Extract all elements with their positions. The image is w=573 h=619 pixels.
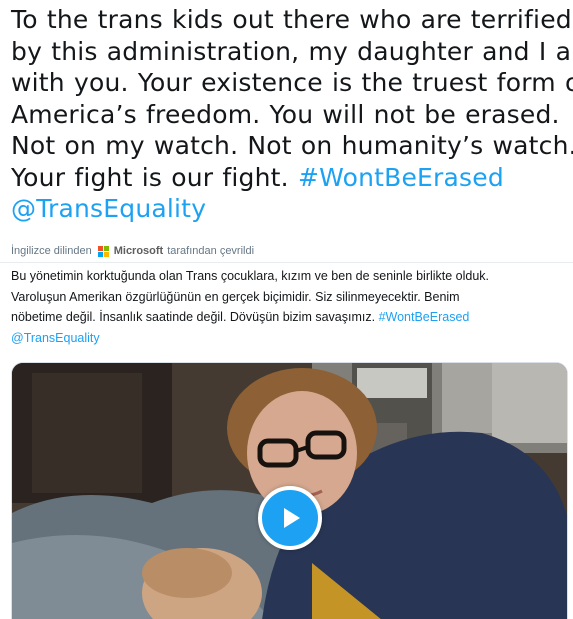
video-player[interactable] [11, 362, 568, 619]
tweet-line: America’s freedom. You will not be erase… [11, 99, 560, 129]
play-button[interactable] [258, 486, 322, 550]
translation-prefix: İngilizce dilinden [11, 245, 92, 257]
translated-line: @TransEquality [11, 328, 567, 349]
play-icon [284, 508, 300, 528]
tweet-line-text: Your fight is our fight. [11, 162, 289, 192]
tweet-line: by this administration, my daughter and … [11, 36, 573, 66]
hashtag-link[interactable]: #WontBeErased [379, 310, 470, 324]
microsoft-logo-icon [97, 245, 109, 257]
translation-provider: Microsoft [113, 245, 164, 257]
translated-line: Bu yönetimin korktuğunda olan Trans çocu… [11, 269, 490, 283]
tweet-line: with you. Your existence is the truest f… [11, 68, 573, 97]
translated-line: Varoluşun Amerikan özgürlüğünün en gerçe… [11, 289, 460, 304]
tweet-line: @TransEquality [11, 193, 567, 225]
translation-attribution: İngilizce dilinden Microsoft tarafından … [11, 243, 254, 259]
tweet-line: Your fight is our fight. #WontBeErased [11, 162, 567, 194]
tweet-line: Not on my watch. Not on humanity’s watch… [11, 131, 573, 160]
mention-link[interactable]: @TransEquality [11, 331, 100, 345]
hashtag-link[interactable]: #WontBeErased [298, 163, 504, 192]
translated-line: nöbetime değil. İnsanlık saatinde değil.… [11, 307, 567, 328]
translated-line-text: nöbetime değil. İnsanlık saatinde değil.… [11, 310, 376, 324]
translated-text: Bu yönetimin korktuğunda olan Trans çocu… [11, 266, 567, 348]
tweet-text: To the trans kids out there who are terr… [11, 4, 573, 225]
translation-suffix: tarafından çevrildi [167, 245, 255, 257]
mention-link[interactable]: @TransEquality [11, 194, 206, 223]
divider [0, 262, 573, 263]
tweet-line: To the trans kids out there who are terr… [11, 5, 572, 34]
